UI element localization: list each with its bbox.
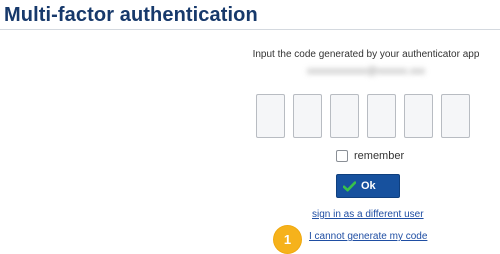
code-digit-1[interactable] xyxy=(256,94,285,138)
code-digit-6[interactable] xyxy=(441,94,470,138)
code-digit-3[interactable] xyxy=(330,94,359,138)
cannot-generate-code-link[interactable]: I cannot generate my code xyxy=(309,231,427,242)
account-email-blurred: xxxxxxxxxxxx@xxxxxx.xxx xyxy=(307,66,425,77)
ok-label: Ok xyxy=(361,180,376,192)
remember-row[interactable]: remember xyxy=(336,150,404,162)
code-digit-5[interactable] xyxy=(404,94,433,138)
remember-label: remember xyxy=(354,150,405,162)
ok-button[interactable]: Ok xyxy=(336,174,400,198)
sign-in-different-user-link[interactable]: sign in as a different user xyxy=(312,209,424,220)
checkmark-icon xyxy=(343,180,356,192)
code-digit-2[interactable] xyxy=(293,94,322,138)
code-digit-4[interactable] xyxy=(367,94,396,138)
mfa-page: Multi-factor authentication Input the co… xyxy=(0,0,500,254)
instruction-text: Input the code generated by your authent… xyxy=(252,49,480,60)
page-title: Multi-factor authentication xyxy=(4,4,258,26)
title-divider xyxy=(0,29,500,30)
step-number-badge: 1 xyxy=(274,226,301,253)
remember-checkbox[interactable] xyxy=(336,150,348,162)
code-input-group xyxy=(256,94,470,138)
